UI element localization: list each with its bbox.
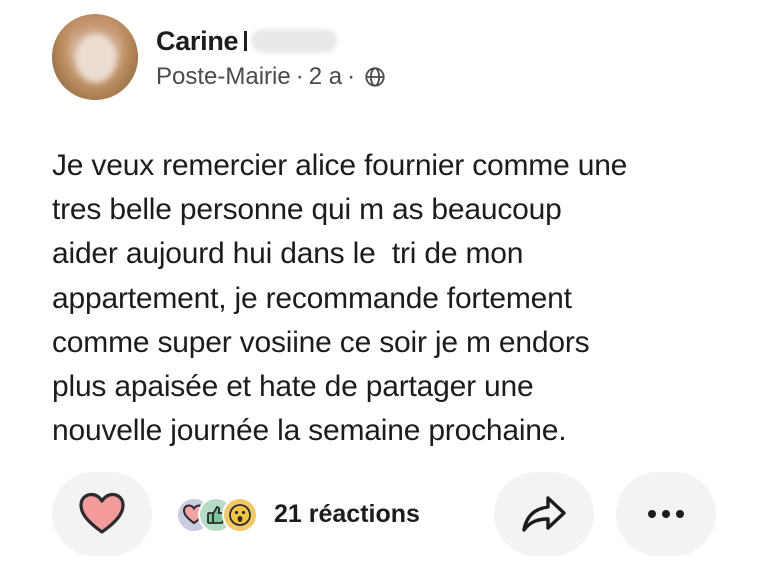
- author-surname-initial: [244, 31, 248, 51]
- reaction-icons: [176, 497, 264, 533]
- heart-icon: [79, 492, 125, 534]
- more-options-button[interactable]: [616, 472, 716, 556]
- post-age[interactable]: 2 a: [309, 63, 342, 91]
- post-body-line: appartement, je recommande fortement: [52, 281, 572, 315]
- wow-reaction-icon: [222, 497, 258, 533]
- share-arrow-icon: [522, 496, 566, 532]
- post-body-line: Je veux remercier alice fournier comme u…: [52, 149, 628, 182]
- post-body-line: comme super vosiine ce soir je m endors: [52, 325, 590, 359]
- meta-separator: ·: [295, 63, 304, 90]
- post-card: Carine Poste-Mairie · 2 a · Je veux reme…: [0, 0, 768, 582]
- share-button[interactable]: [494, 472, 594, 556]
- post-body-line: nouvelle journée la semaine prochaine.: [52, 414, 567, 448]
- post-body-line: tres belle personne qui m as beaucoup: [52, 193, 562, 227]
- reactions-count[interactable]: 21 réactions: [274, 500, 420, 529]
- author-name-row[interactable]: Carine: [156, 24, 338, 58]
- globe-icon: [365, 67, 385, 87]
- more-options-icon: [648, 510, 684, 518]
- post-location[interactable]: Poste-Mairie: [156, 63, 291, 91]
- author-name[interactable]: Carine: [156, 26, 239, 57]
- meta-separator: ·: [347, 63, 356, 90]
- like-button[interactable]: [52, 472, 152, 556]
- author-surname-redacted: [251, 29, 338, 53]
- post-body: Je veux remercier alice fournier comme u…: [52, 144, 742, 453]
- reactions-summary[interactable]: 21 réactions: [176, 494, 420, 534]
- author-avatar[interactable]: [52, 14, 138, 100]
- post-body-line: aider aujourd hui dans le tri de mon: [52, 237, 524, 271]
- avatar-blurred-face: [76, 34, 116, 82]
- post-meta: Poste-Mairie · 2 a ·: [156, 62, 386, 92]
- post-body-line: plus apaisée et hate de partager une: [52, 370, 534, 404]
